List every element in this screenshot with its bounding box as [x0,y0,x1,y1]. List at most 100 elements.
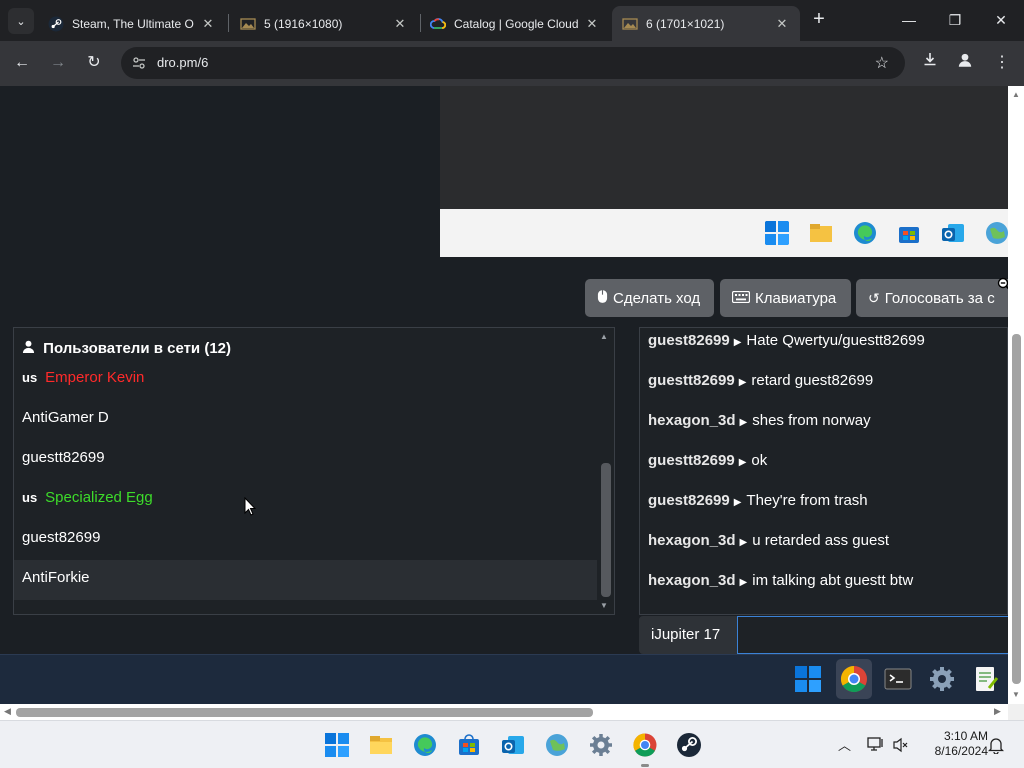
chat-user[interactable]: guest82699 [648,492,730,509]
page-vertical-scrollbar[interactable]: ▲ ▼ [1008,86,1024,704]
make-move-button[interactable]: Сделать ход [585,279,714,317]
tab-title: Catalog | Google Cloud [454,16,579,31]
close-tab-icon[interactable]: ✕ [582,16,602,32]
settings-gear-icon[interactable] [588,732,614,758]
user-name: AntiGamer D [22,409,109,426]
chat-user[interactable]: hexagon_3d [648,412,736,429]
url-text: dro.pm/6 [157,55,209,70]
user-icon [22,340,39,357]
arrow-icon: ▶ [738,457,747,468]
store-icon[interactable] [456,732,482,758]
chat-compose: iJupiter 17 [639,616,1008,654]
user-row[interactable]: guestt82699 [14,440,598,480]
user-row[interactable]: AntiGamer D [14,400,598,440]
user-name: guest82699 [22,529,101,546]
file-explorer-icon[interactable] [368,732,394,758]
minimize-button[interactable]: — [886,8,932,32]
tab-title: Steam, The Ultimate O [72,16,194,31]
chat-message: guestt82699 ▶ ok [648,452,767,469]
chrome-icon[interactable] [632,732,658,758]
tab-google-cloud[interactable]: Catalog | Google Cloud ✕ [420,6,610,41]
close-tab-icon[interactable]: ✕ [772,16,792,32]
address-bar[interactable]: dro.pm/6 ☆ [121,47,905,79]
chrome-taskbar-item[interactable] [836,659,872,699]
settings-gear-icon[interactable] [927,664,957,694]
chat-message: guest82699 ▶ They're from trash [648,492,868,509]
user-row[interactable]: AntiForkie [14,560,598,600]
mouse-icon [597,289,608,307]
chat-text: They're from trash [746,492,868,509]
chat-user[interactable]: hexagon_3d [648,572,736,589]
notification-bell-icon[interactable] [988,736,1004,754]
tab-search-button[interactable]: ⌄ [8,8,34,34]
edge-icon[interactable] [852,220,878,246]
display-icon[interactable] [867,736,885,752]
tab-title: 6 (1701×1021) [646,16,725,31]
bookmark-star-icon[interactable]: ☆ [875,53,889,73]
back-button[interactable]: ← [10,51,34,75]
globe-app-icon[interactable] [544,732,570,758]
windows-start-icon[interactable] [793,664,823,694]
site-settings-icon[interactable] [131,55,147,71]
remote-taskbar [440,209,1008,257]
mouse-cursor-icon [244,497,256,516]
chat-user[interactable]: guestt82699 [648,372,735,389]
user-row[interactable]: us Emperor Kevin [14,360,598,400]
chat-message: hexagon_3d ▶ im talking abt guestt btw [648,572,913,589]
users-scrollbar[interactable]: ▲ ▼ [597,328,614,614]
download-icon[interactable] [918,51,942,75]
close-tab-icon[interactable]: ✕ [198,16,218,32]
store-icon[interactable] [896,220,922,246]
forward-button[interactable]: → [46,51,70,75]
globe-app-icon[interactable] [984,220,1008,246]
country-flag: us [22,490,38,505]
scrollbar-thumb[interactable] [1012,334,1021,684]
tab-image-5[interactable]: 5 (1916×1080) ✕ [230,6,418,41]
windows-taskbar: ︿ 3:10 AM 8/16/2024 [0,720,1024,768]
close-tab-icon[interactable]: ✕ [390,16,410,32]
terminal-icon[interactable] [883,664,913,694]
tab-image-6[interactable]: 6 (1701×1021) ✕ [612,6,800,41]
speaker-muted-icon[interactable] [893,737,909,753]
tab-steam[interactable]: Steam, The Ultimate O ✕ [38,6,226,41]
chat-message: hexagon_3d ▶ shes from norway [648,412,871,429]
windows-start-icon[interactable] [764,220,790,246]
notepad-icon[interactable] [971,664,1001,694]
profile-icon[interactable] [953,51,977,75]
steam-icon[interactable] [676,732,702,758]
menu-icon[interactable]: ⋮ [990,51,1014,75]
chat-message: guestt82699 ▶ retard guest82699 [648,372,873,389]
chat-user[interactable]: guest82699 [648,332,730,349]
clock-time: 3:10 AM [943,729,988,743]
edge-icon[interactable] [412,732,438,758]
close-window-button[interactable]: ✕ [978,8,1024,32]
chat-text: im talking abt guestt btw [752,572,914,589]
steam-icon [48,16,64,31]
windows-start-icon[interactable] [324,732,350,758]
outlook-icon[interactable] [940,220,966,246]
user-row[interactable]: us Specialized Egg [14,480,598,520]
user-row[interactable]: guest82699 [14,520,598,560]
scrollbar-thumb[interactable] [601,463,611,597]
chat-nickname: iJupiter 17 [639,616,737,654]
vote-button[interactable]: ↺ Голосовать за с [856,279,1008,317]
arrow-icon: ▶ [739,417,748,428]
zoom-out-icon[interactable] [997,277,1008,291]
new-tab-button[interactable]: + [808,9,830,31]
system-clock[interactable]: 3:10 AM 8/16/2024 [918,729,988,759]
chevron-up-icon[interactable]: ︿ [838,735,851,754]
arrow-icon: ▶ [733,337,742,348]
chat-input[interactable] [737,616,1008,654]
page-horizontal-scrollbar[interactable]: ◀ ▶ [0,704,1008,720]
scrollbar-thumb[interactable] [16,708,593,717]
file-explorer-icon[interactable] [808,220,834,246]
restore-button[interactable]: ❐ [932,8,978,32]
chat-user[interactable]: hexagon_3d [648,532,736,549]
outlook-icon[interactable] [500,732,526,758]
user-name: AntiForkie [22,569,90,586]
reload-button[interactable]: ↻ [82,51,106,75]
chat-user[interactable]: guestt82699 [648,452,735,469]
online-users-panel: Пользователи в сети (12) us Emperor Kevin… [13,327,615,615]
keyboard-button[interactable]: Клавиатура [720,279,851,317]
chat-message: hexagon_3d ▶ u retarded ass guest [648,532,889,549]
